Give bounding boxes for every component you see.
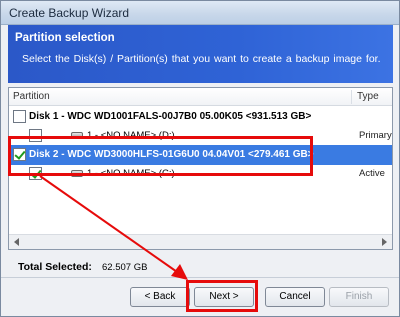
step-description: Select the Disk(s) / Partition(s) that y… (22, 53, 381, 65)
header-banner: Partition selection Select the Disk(s) /… (8, 25, 393, 83)
disk-row-1[interactable]: Disk 1 - WDC WD1001FALS-00J7B0 05.00K05 … (9, 107, 392, 127)
column-header-partition[interactable]: Partition (13, 91, 50, 102)
title-bar: Create Backup Wizard (1, 1, 399, 25)
partition-c-type: Active (359, 168, 385, 179)
scroll-right-icon[interactable] (382, 238, 387, 246)
window-title: Create Backup Wizard (9, 6, 130, 20)
partition-d-type: Primary (359, 130, 392, 141)
disk-1-checkbox[interactable] (13, 110, 26, 123)
total-selected-value: 62.507 GB (102, 262, 148, 273)
scroll-left-icon[interactable] (14, 238, 19, 246)
list-header: Partition Type (9, 88, 392, 106)
total-selected-label: Total Selected: (18, 261, 92, 273)
column-separator[interactable] (351, 90, 352, 104)
disk-2-highlight-box (8, 136, 313, 176)
step-heading: Partition selection (15, 32, 115, 44)
back-button[interactable]: < Back (130, 287, 190, 307)
total-selected: Total Selected: 62.507 GB (8, 255, 393, 277)
disk-1-label: Disk 1 - WDC WD1001FALS-00J7B0 05.00K05 … (29, 111, 312, 122)
next-highlight-box (186, 280, 258, 312)
cancel-button[interactable]: Cancel (265, 287, 325, 307)
finish-button: Finish (329, 287, 389, 307)
footer-divider (1, 277, 399, 278)
column-header-type[interactable]: Type (357, 91, 379, 102)
horizontal-scrollbar[interactable] (9, 234, 392, 249)
